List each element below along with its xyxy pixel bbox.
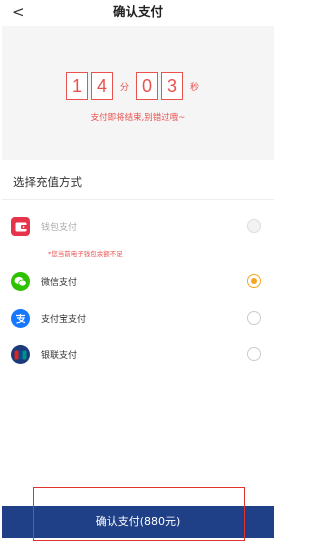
payment-method-label: 支付宝支付 <box>41 315 87 325</box>
divider <box>2 199 274 200</box>
countdown-timer: 1 4 分 0 3 秒 <box>66 71 206 101</box>
payment-method-label: 微信支付 <box>41 278 78 288</box>
unionpay-icon <box>11 345 30 364</box>
payment-method-wechat[interactable]: 微信支付 <box>2 268 274 294</box>
wallet-icon <box>11 217 30 236</box>
minute-digit: 4 <box>91 72 113 100</box>
payment-method-label: 银联支付 <box>41 351 78 361</box>
seconds-unit: 秒 <box>190 82 200 93</box>
minute-digit: 1 <box>66 72 88 100</box>
payment-method-unionpay[interactable]: 银联支付 <box>2 341 274 367</box>
payment-method-label: 钱包支付 <box>41 223 78 233</box>
countdown-note: 支付即将结束,别错过哦~ <box>90 113 186 123</box>
second-digit: 3 <box>161 72 184 100</box>
highlight-box <box>33 487 245 541</box>
second-digit: 0 <box>136 72 159 100</box>
page-title: 确认支付 <box>112 4 163 19</box>
unionpay-radio[interactable] <box>247 347 261 361</box>
payment-method-alipay[interactable]: 支付宝支付 <box>2 305 274 331</box>
payment-method-wallet[interactable]: 钱包支付 <box>2 213 274 239</box>
alipay-icon <box>11 309 30 328</box>
wallet-warning: *您当前电子钱包余额不足 <box>48 250 123 258</box>
wallet-radio[interactable] <box>247 219 261 233</box>
countdown-panel: 1 4 分 0 3 秒 支付即将结束,别错过哦~ <box>2 26 274 160</box>
section-title: 选择充值方式 <box>13 175 82 189</box>
minutes-unit: 分 <box>120 82 130 93</box>
alipay-radio[interactable] <box>247 311 261 325</box>
wechat-radio[interactable] <box>247 274 261 288</box>
wechat-icon <box>11 272 30 291</box>
nav-bar: < 确认支付 <box>0 0 276 26</box>
